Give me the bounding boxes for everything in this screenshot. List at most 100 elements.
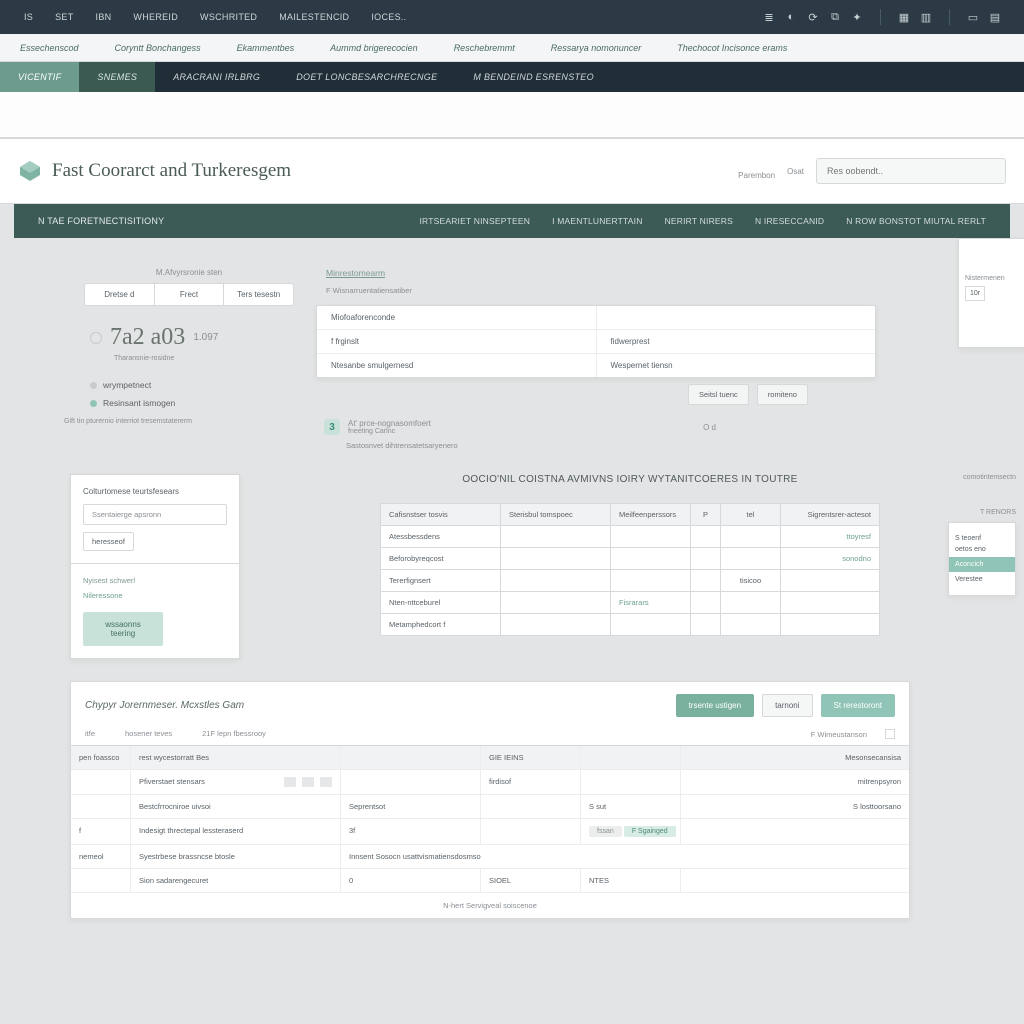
- action-button[interactable]: Seitsl tuenc: [688, 384, 749, 405]
- col-head[interactable]: GIE IEINS: [481, 746, 581, 769]
- section-tab[interactable]: Vicentif: [0, 62, 79, 92]
- table-row[interactable]: Atessbessdens ttoyresf: [381, 525, 879, 547]
- col-head[interactable]: tel: [721, 504, 781, 525]
- col-head[interactable]: P: [691, 504, 721, 525]
- detail-title: OOCIO'NIL COISTNA AVMIVNS IOIRY WYTANITC…: [380, 474, 880, 485]
- table-row[interactable]: nemeol Syestrbese brassncse btosle Innse…: [71, 845, 909, 869]
- cell: [71, 770, 131, 794]
- title-meta: Parembon: [738, 171, 775, 184]
- cell: [501, 548, 611, 569]
- section-tab[interactable]: Doet loncbesarchrecnge: [278, 62, 455, 92]
- topnav-item[interactable]: WSCHRITED: [190, 6, 267, 28]
- topnav-item[interactable]: IOCES..: [361, 6, 416, 28]
- cell-link[interactable]: Fisrarars: [611, 592, 691, 613]
- tag-icon[interactable]: ⧉: [826, 8, 844, 26]
- col-head[interactable]: [581, 746, 681, 769]
- col-head[interactable]: Meilfeenperssors: [611, 504, 691, 525]
- table-row[interactable]: Tererfignsert tisicoo: [381, 569, 879, 591]
- cell: nemeol: [71, 845, 131, 868]
- topnav-item[interactable]: WHEREID: [123, 6, 188, 28]
- col-head[interactable]: Sterisbul tomspoec: [501, 504, 611, 525]
- segment-item[interactable]: Dretse d: [85, 284, 154, 305]
- context-tab[interactable]: N IRESECCANID: [755, 216, 824, 226]
- context-tab[interactable]: I MAENTLUNERTTAIN: [552, 216, 642, 226]
- segment-item[interactable]: Ters tesestn: [223, 284, 293, 305]
- subnav-item[interactable]: Ressarya nomonuncer: [533, 37, 660, 59]
- table-row[interactable]: Bestcfrrocniroe uivsoi Seprentsot S sut …: [71, 795, 909, 819]
- widget-chip[interactable]: heresseof: [83, 532, 134, 551]
- subnav-item[interactable]: Coryntt Bonchangess: [97, 37, 219, 59]
- doc-icon[interactable]: [284, 777, 296, 787]
- col-head[interactable]: rest wycestorratt Bes: [131, 746, 341, 769]
- cell: [691, 548, 721, 569]
- section-tab[interactable]: ARACRANI IRLBrg: [155, 62, 278, 92]
- accent-button[interactable]: St rerestoront: [821, 694, 895, 717]
- status-dot-icon: [90, 400, 97, 407]
- col-head[interactable]: [341, 746, 481, 769]
- col-head[interactable]: pen foassco: [71, 746, 131, 769]
- peek-label: Nistermenen: [965, 275, 1023, 282]
- table-row: f frginslt fidwerprest: [317, 330, 875, 354]
- segment-item[interactable]: Frect: [154, 284, 224, 305]
- context-tabs: N TAE FORETNECTISITIONY IRTSEARIET NINSE…: [14, 204, 1010, 238]
- peek-chip[interactable]: 10r: [965, 286, 985, 301]
- list-icon[interactable]: ≣: [760, 8, 778, 26]
- subnav-item[interactable]: Reschebremmt: [436, 37, 533, 59]
- cell: Seprentsot: [341, 795, 481, 818]
- subnav-item[interactable]: Thechocot Incisonce erams: [659, 37, 805, 59]
- table-row[interactable]: Pfiverstaet stensars firdisof mitrenpsyr…: [71, 770, 909, 795]
- refresh-icon[interactable]: ⟳: [804, 8, 822, 26]
- subnav-item[interactable]: Essechenscod: [2, 37, 97, 59]
- wand-icon[interactable]: ✦: [848, 8, 866, 26]
- note-icon[interactable]: [320, 777, 332, 787]
- cell: Syestrbese brassncse btosle: [131, 845, 341, 868]
- widget-link[interactable]: Nyisest schwerl: [83, 576, 227, 585]
- cell: [481, 795, 581, 818]
- globe-icon[interactable]: ◐: [782, 8, 800, 26]
- table-row[interactable]: Metamphedcort f: [381, 613, 879, 635]
- context-tab[interactable]: NERIRT NIRERS: [665, 216, 733, 226]
- secondary-button[interactable]: tarnoni: [762, 694, 812, 717]
- topnav-item[interactable]: MAILESTENCID: [269, 6, 359, 28]
- subnav-item[interactable]: Aummd brigerecocien: [312, 37, 436, 59]
- checkbox[interactable]: [885, 729, 895, 739]
- layout-icon[interactable]: ▤: [986, 8, 1004, 26]
- subnav-item[interactable]: Ekammentbes: [219, 37, 313, 59]
- cell: [71, 869, 131, 892]
- grid-icon[interactable]: ▦: [895, 8, 913, 26]
- col-head[interactable]: Cafisnstser tosvis: [381, 504, 501, 525]
- divider: [71, 563, 239, 564]
- peek2-accent[interactable]: Aconcich: [949, 557, 1015, 572]
- table-row[interactable]: Nten-nttceburel Fisrarars: [381, 591, 879, 613]
- topnav-item[interactable]: SET: [45, 6, 83, 28]
- table-row[interactable]: Sion sadarengecuret 0 SIOEL NTES: [71, 869, 909, 893]
- action-row: Seitsl tuenc romiteno: [316, 384, 876, 405]
- table-row[interactable]: Beforobyreqcost sonodno: [381, 547, 879, 569]
- panel-icon[interactable]: ▥: [917, 8, 935, 26]
- col-head[interactable]: Sigrentsrer-actesot: [781, 504, 879, 525]
- search-input[interactable]: [816, 158, 1006, 184]
- primary-button[interactable]: trsente ustigen: [676, 694, 754, 717]
- topnav-item[interactable]: IS: [14, 6, 43, 28]
- section-tab[interactable]: M Bendeind esrensteo: [455, 62, 612, 92]
- window-icon[interactable]: ▭: [964, 8, 982, 26]
- section-tab[interactable]: SNEMES: [79, 62, 155, 92]
- mail-icon[interactable]: [302, 777, 314, 787]
- col-head[interactable]: Mesonsecansisa: [681, 746, 909, 769]
- center-heading[interactable]: Minrestomearm: [326, 268, 876, 278]
- context-tab[interactable]: N ROW BONSTOT MIUTAL RERLT: [846, 216, 986, 226]
- action-button[interactable]: romiteno: [757, 384, 808, 405]
- cell-link[interactable]: sonodno: [781, 548, 879, 569]
- widget-link[interactable]: Nileressone: [83, 591, 227, 600]
- cell-text: Pfiverstaet stensars: [139, 777, 205, 786]
- context-tab[interactable]: IRTSEARIET NINSEPTEEN: [419, 216, 530, 226]
- cell-link[interactable]: ttoyresf: [781, 526, 879, 547]
- cell: Tererfignsert: [381, 570, 501, 591]
- topnav-item[interactable]: IBN: [86, 6, 122, 28]
- cell: S losttoorsano: [681, 795, 909, 818]
- widget-field[interactable]: Ssentaierge apsronn: [83, 504, 227, 525]
- metric-unit: 1.097: [193, 332, 218, 343]
- table-row[interactable]: f Indesigt threctepal lessteraserd 3f fs…: [71, 819, 909, 845]
- meta-label: Parembon: [738, 171, 775, 180]
- widget-primary-button[interactable]: wssaonns teering: [83, 612, 163, 646]
